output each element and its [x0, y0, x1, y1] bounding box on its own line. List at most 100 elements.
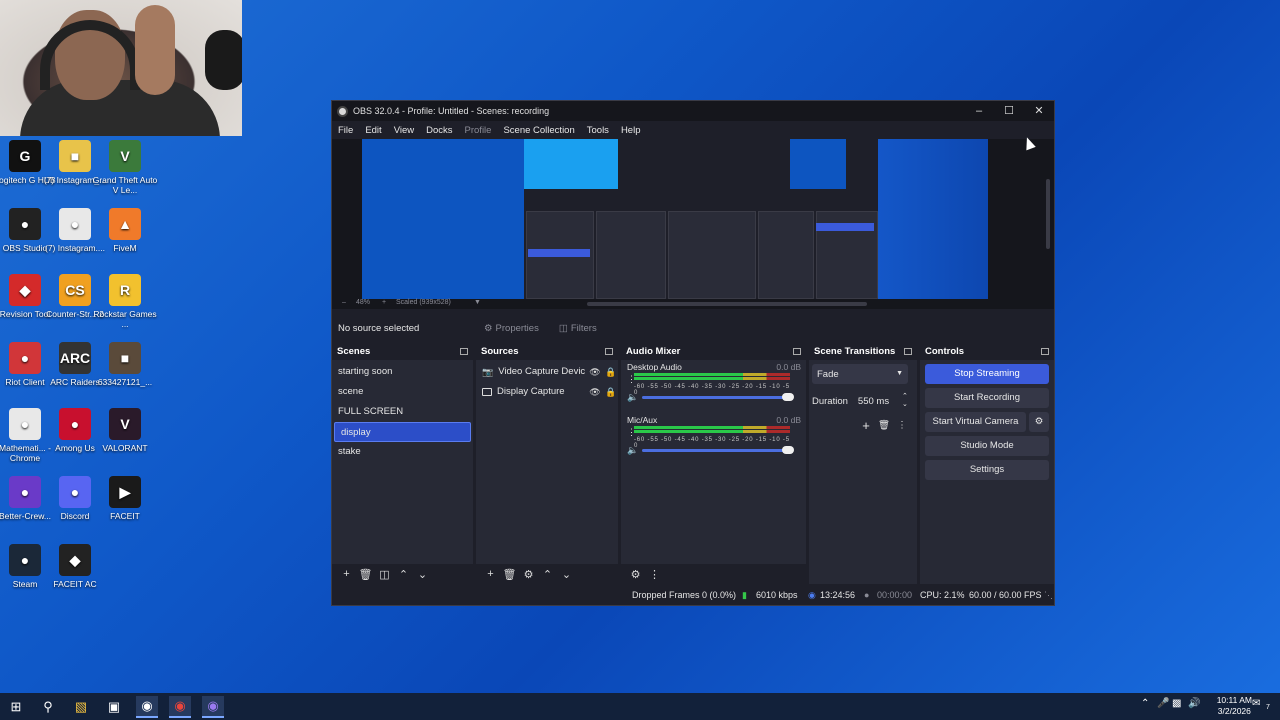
preview-canvas[interactable] [332, 139, 1054, 299]
menu-view[interactable]: View [388, 125, 420, 136]
eye-icon[interactable]: 👁 [588, 362, 602, 382]
transition-select[interactable]: Fade ▼ [812, 364, 908, 384]
start-recording-button[interactable]: Start Recording [925, 388, 1049, 408]
add-icon[interactable]: + [337, 568, 356, 580]
desktop-icon-label: Rockstar Games ... [93, 309, 157, 329]
fivem-icon: ▲ [109, 208, 141, 240]
more-icon[interactable]: ⋮ [893, 420, 911, 431]
scene-item-selected[interactable]: display [334, 422, 471, 442]
menu-help[interactable]: Help [615, 125, 647, 136]
menu-tools[interactable]: Tools [581, 125, 615, 136]
move-down-icon[interactable]: ⌄ [413, 568, 432, 581]
volume-slider[interactable]: 🔈 [627, 392, 797, 402]
scene-item[interactable]: stake [332, 442, 473, 462]
move-up-icon[interactable]: ⌃ [394, 568, 413, 581]
chrome-taskbar-icon[interactable]: ◉ [169, 696, 191, 718]
source-toolbar: No source selected ⚙ Properties ◫ Filter… [332, 315, 1054, 341]
duration-value: 550 ms [857, 395, 890, 407]
audio-mixer-header: Audio Mixer [621, 344, 806, 360]
eye-icon[interactable]: 👁 [588, 382, 602, 402]
start-button[interactable]: ⊞ [5, 696, 27, 718]
duration-spinbox[interactable]: 550 ms ⌃ ⌄ [853, 392, 910, 410]
preview-scrollbar[interactable] [587, 302, 867, 306]
camera-icon: 📷 [482, 367, 494, 377]
scene-item[interactable]: FULL SCREEN [332, 402, 473, 422]
more-icon[interactable]: ⋮ [645, 568, 664, 581]
menu-profile[interactable]: Profile [459, 125, 498, 136]
trash-icon[interactable]: 🗑 [875, 420, 893, 431]
advanced-audio-icon[interactable]: ⚙ [626, 568, 645, 581]
clock-date: 3/2/2026 [1217, 706, 1251, 716]
resize-grip-icon[interactable]: ⋱ [1044, 590, 1053, 601]
properties-label: Properties [495, 322, 539, 334]
speaker-icon[interactable]: 🔈 [627, 445, 638, 456]
undock-icon[interactable] [605, 348, 613, 355]
undock-icon[interactable] [904, 348, 912, 355]
notification-icon[interactable]: ✉ [1252, 698, 1260, 709]
desktop-icon[interactable]: ▲ FiveM [92, 208, 158, 253]
clock[interactable]: 10:11 AM 3/2/2026 [1217, 695, 1252, 717]
filter-icon[interactable]: ◫ [375, 568, 394, 581]
desktop-icon[interactable]: V Grand Theft Auto V Le... [92, 140, 158, 195]
studio-mode-button[interactable]: Studio Mode [925, 436, 1049, 456]
obs-taskbar-icon[interactable]: ◉ [136, 696, 158, 718]
menu-file[interactable]: File [332, 125, 359, 136]
minimize-button[interactable]: – [964, 101, 994, 121]
better-crewlink-icon: ● [9, 476, 41, 508]
add-icon[interactable]: + [481, 568, 500, 580]
discord-icon: ● [59, 476, 91, 508]
undock-icon[interactable] [1041, 348, 1049, 355]
menu-edit[interactable]: Edit [359, 125, 387, 136]
undock-icon[interactable] [793, 348, 801, 355]
sources-header: Sources [476, 344, 618, 360]
chevron-up-icon[interactable]: ⌃ [1141, 698, 1149, 709]
volume-icon[interactable]: 🔊 [1188, 698, 1200, 709]
desktop-icon[interactable]: ■ 633427121_... [92, 342, 158, 387]
network-icon[interactable]: ▩ [1172, 698, 1181, 709]
spin-arrows-icon[interactable]: ⌃ ⌄ [902, 393, 908, 409]
menu-scene-collection[interactable]: Scene Collection [497, 125, 580, 136]
scene-item[interactable]: starting soon [332, 362, 473, 382]
desktop-icon[interactable]: R Rockstar Games ... [92, 274, 158, 329]
virtual-camera-settings-gear-icon[interactable]: ⚙ [1029, 412, 1049, 432]
move-down-icon[interactable]: ⌄ [557, 568, 576, 581]
obs-icon: ● [9, 208, 41, 240]
desktop-icon-label: FiveM [113, 243, 137, 253]
move-up-icon[interactable]: ⌃ [538, 568, 557, 581]
menu-bar: File Edit View Docks Profile Scene Colle… [332, 121, 1054, 139]
desktop-icon[interactable]: V VALORANT [92, 408, 158, 453]
volume-slider[interactable]: 🔈 [627, 445, 797, 455]
store-icon[interactable]: ▣ [103, 696, 125, 718]
source-item[interactable]: 📷 Video Capture Devic 👁 🔒 [476, 362, 618, 382]
search-icon[interactable]: ⚲ [37, 696, 59, 718]
menu-docks[interactable]: Docks [420, 125, 458, 136]
clock-time: 10:11 AM [1216, 695, 1252, 705]
trash-icon[interactable]: 🗑 [500, 568, 519, 581]
trash-icon[interactable]: 🗑 [356, 568, 375, 581]
lock-icon[interactable]: 🔒 [604, 362, 618, 382]
stop-streaming-button[interactable]: Stop Streaming [925, 364, 1049, 384]
source-item[interactable]: Display Capture 👁 🔒 [476, 382, 618, 402]
gear-icon[interactable]: ⚙ [519, 568, 538, 581]
speaker-icon[interactable]: 🔈 [627, 392, 638, 403]
scene-item[interactable]: scene [332, 382, 473, 402]
close-button[interactable]: ✕ [1024, 101, 1054, 121]
lock-icon[interactable]: 🔒 [604, 382, 618, 402]
start-virtual-camera-button[interactable]: Start Virtual Camera [925, 412, 1026, 432]
chrome-profile-taskbar-icon[interactable]: ◉ [202, 696, 224, 718]
maximize-button[interactable]: ☐ [994, 101, 1024, 121]
add-icon[interactable]: + [857, 418, 875, 433]
desktop-icon[interactable]: ◆ FACEIT AC [42, 544, 108, 589]
file-explorer-icon[interactable]: ▧ [70, 696, 92, 718]
mixer-channel: Mic/Aux 0.0 dB ⋮ -60 -55 -50 -45 -40 -35… [621, 413, 806, 466]
filters-button[interactable]: ◫ Filters [553, 318, 603, 338]
scenes-header: Scenes [332, 344, 473, 360]
volume-meter [634, 373, 790, 383]
desktop-icon[interactable]: ▶ FACEIT [92, 476, 158, 521]
no-source-label: No source selected [338, 322, 420, 334]
microphone-icon[interactable]: 🎤 [1157, 698, 1169, 709]
undock-icon[interactable] [460, 348, 468, 355]
properties-button[interactable]: ⚙ Properties [478, 318, 545, 338]
mixer-channel: Desktop Audio 0.0 dB ⋮ -60 -55 -50 -45 -… [621, 360, 806, 413]
settings-button[interactable]: Settings [925, 460, 1049, 480]
